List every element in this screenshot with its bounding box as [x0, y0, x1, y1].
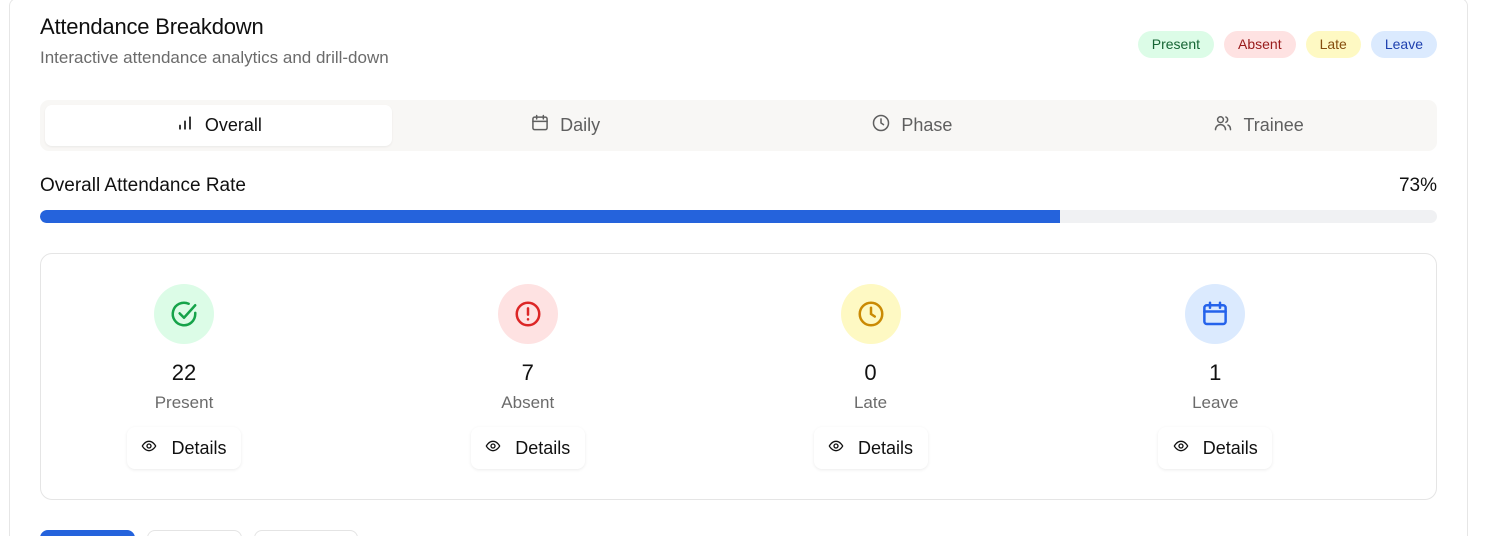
- stat-count: 0: [864, 360, 877, 385]
- page-subtitle: Interactive attendance analytics and dri…: [40, 48, 389, 67]
- page-title: Attendance Breakdown: [40, 14, 264, 39]
- legend-leave-badge: Leave: [1370, 31, 1437, 58]
- stat-leave: 1 Leave Details: [1087, 254, 1436, 499]
- calendar-icon: [530, 113, 550, 138]
- tab-overall[interactable]: Overall: [45, 105, 392, 146]
- late-details-button[interactable]: Details: [813, 427, 928, 469]
- tab-label: Daily: [560, 115, 601, 135]
- details-label: Details: [515, 437, 571, 458]
- stat-label: Leave: [1192, 393, 1239, 412]
- sub-tab-2[interactable]: [147, 530, 242, 536]
- sub-tab-1[interactable]: [40, 530, 135, 536]
- legend-present-badge: Present: [1137, 31, 1214, 58]
- present-details-button[interactable]: Details: [127, 427, 241, 469]
- tab-label: Overall: [204, 115, 262, 135]
- legend-late-badge: Late: [1305, 31, 1361, 58]
- eye-icon: [828, 438, 844, 459]
- stat-count: 1: [1209, 360, 1222, 385]
- details-label: Details: [1202, 437, 1258, 458]
- tab-label: Phase: [901, 115, 953, 135]
- tab-phase[interactable]: Phase: [739, 105, 1086, 146]
- stat-label: Late: [853, 393, 888, 412]
- clock-icon: [871, 113, 891, 138]
- attendance-progress-fill: [40, 210, 1060, 223]
- attendance-progress-bar: [40, 210, 1437, 223]
- stat-absent: 7 Absent Details: [390, 254, 739, 499]
- attendance-rate-label: Overall Attendance Rate: [40, 175, 246, 196]
- stat-present: 22 Present Details: [41, 254, 390, 499]
- eye-icon: [1173, 438, 1189, 459]
- absent-details-button[interactable]: Details: [470, 427, 585, 469]
- leave-details-button[interactable]: Details: [1158, 427, 1273, 469]
- sub-view-tabs: [40, 530, 358, 536]
- check-circle-icon: [154, 284, 214, 344]
- stats-panel: 22 Present Details 7 Absent Details 0 La…: [40, 253, 1437, 500]
- clock-icon: [840, 284, 901, 344]
- users-icon: [1213, 113, 1233, 138]
- tab-trainee[interactable]: Trainee: [1085, 105, 1432, 146]
- details-label: Details: [857, 437, 914, 458]
- details-label: Details: [171, 437, 227, 458]
- sub-tab-3[interactable]: [254, 530, 358, 536]
- stat-label: Absent: [501, 393, 555, 412]
- tab-daily[interactable]: Daily: [392, 105, 739, 146]
- bar-chart-icon: [175, 113, 195, 138]
- stat-count: 22: [171, 360, 197, 385]
- calendar-icon: [1185, 284, 1246, 344]
- attendance-rate-value: 73%: [1398, 175, 1437, 196]
- stat-count: 7: [521, 360, 534, 385]
- alert-circle-icon: [497, 284, 558, 344]
- status-legend: Present Absent Late Leave: [1137, 31, 1437, 58]
- eye-icon: [485, 438, 501, 459]
- tab-label: Trainee: [1243, 115, 1304, 135]
- view-tabs: Overall Daily Phase Trainee: [40, 100, 1437, 151]
- stat-label: Present: [154, 393, 214, 412]
- legend-absent-badge: Absent: [1224, 31, 1296, 58]
- stat-late: 0 Late Details: [739, 254, 1088, 499]
- eye-icon: [141, 438, 157, 459]
